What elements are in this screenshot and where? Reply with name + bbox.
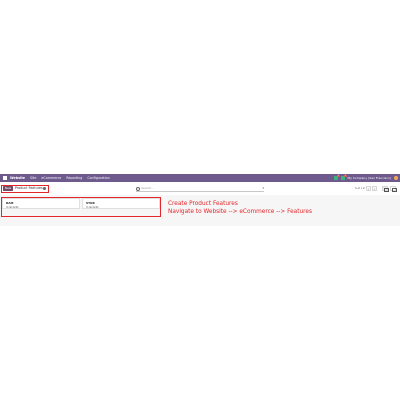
chat-icon[interactable]: 1: [333, 174, 340, 180]
pager-value[interactable]: 1-2 / 2: [355, 186, 365, 192]
top-navbar: Website Site eCommerce Reporting Configu…: [0, 174, 400, 182]
menu-reporting[interactable]: Reporting: [66, 176, 82, 180]
annotation-title: Create Product Features: [168, 201, 238, 207]
kanban-card[interactable]: RAM 4 records: [2, 198, 80, 209]
list-view-button[interactable]: [390, 185, 397, 193]
odoo-app: Website Site eCommerce Reporting Configu…: [0, 174, 400, 226]
menu-site[interactable]: Site: [30, 176, 36, 180]
search-icon: [136, 187, 141, 192]
pager-prev-button[interactable]: ‹: [366, 185, 371, 191]
menu-ecommerce[interactable]: eCommerce: [41, 176, 61, 180]
kanban-view-button[interactable]: [382, 185, 389, 193]
control-panel: New Product Features Search... ▾ 1-2 / 2…: [0, 182, 400, 196]
user-avatar[interactable]: [394, 176, 398, 180]
app-brand[interactable]: Website: [10, 176, 25, 180]
search-input[interactable]: Search...: [141, 186, 154, 192]
page: Website Site eCommerce Reporting Configu…: [0, 0, 400, 400]
company-switcher[interactable]: My Company (San Francisco): [348, 176, 392, 180]
card-record-count: 4 records: [6, 204, 19, 209]
activity-badge: 1: [343, 174, 347, 178]
pager-next-button[interactable]: ›: [372, 185, 377, 191]
systray: 1 1 My Company (San Francisco): [333, 174, 398, 182]
new-button[interactable]: New: [3, 185, 13, 191]
search-bar[interactable]: Search... ▾: [136, 186, 264, 192]
annotation-path: Navigate to Website --> eCommerce --> Fe…: [168, 209, 313, 215]
activity-icon[interactable]: 1: [340, 174, 347, 180]
menu-configuration[interactable]: Configuration: [87, 176, 109, 180]
chat-badge: 1: [336, 174, 340, 178]
card-record-count: 3 records: [86, 204, 99, 209]
search-options-icon[interactable]: ▾: [262, 186, 264, 192]
kanban-card[interactable]: STOR 3 records: [82, 198, 160, 209]
gear-icon[interactable]: [43, 186, 46, 190]
breadcrumb: Product Features: [15, 185, 43, 190]
apps-menu-icon[interactable]: [3, 176, 7, 180]
